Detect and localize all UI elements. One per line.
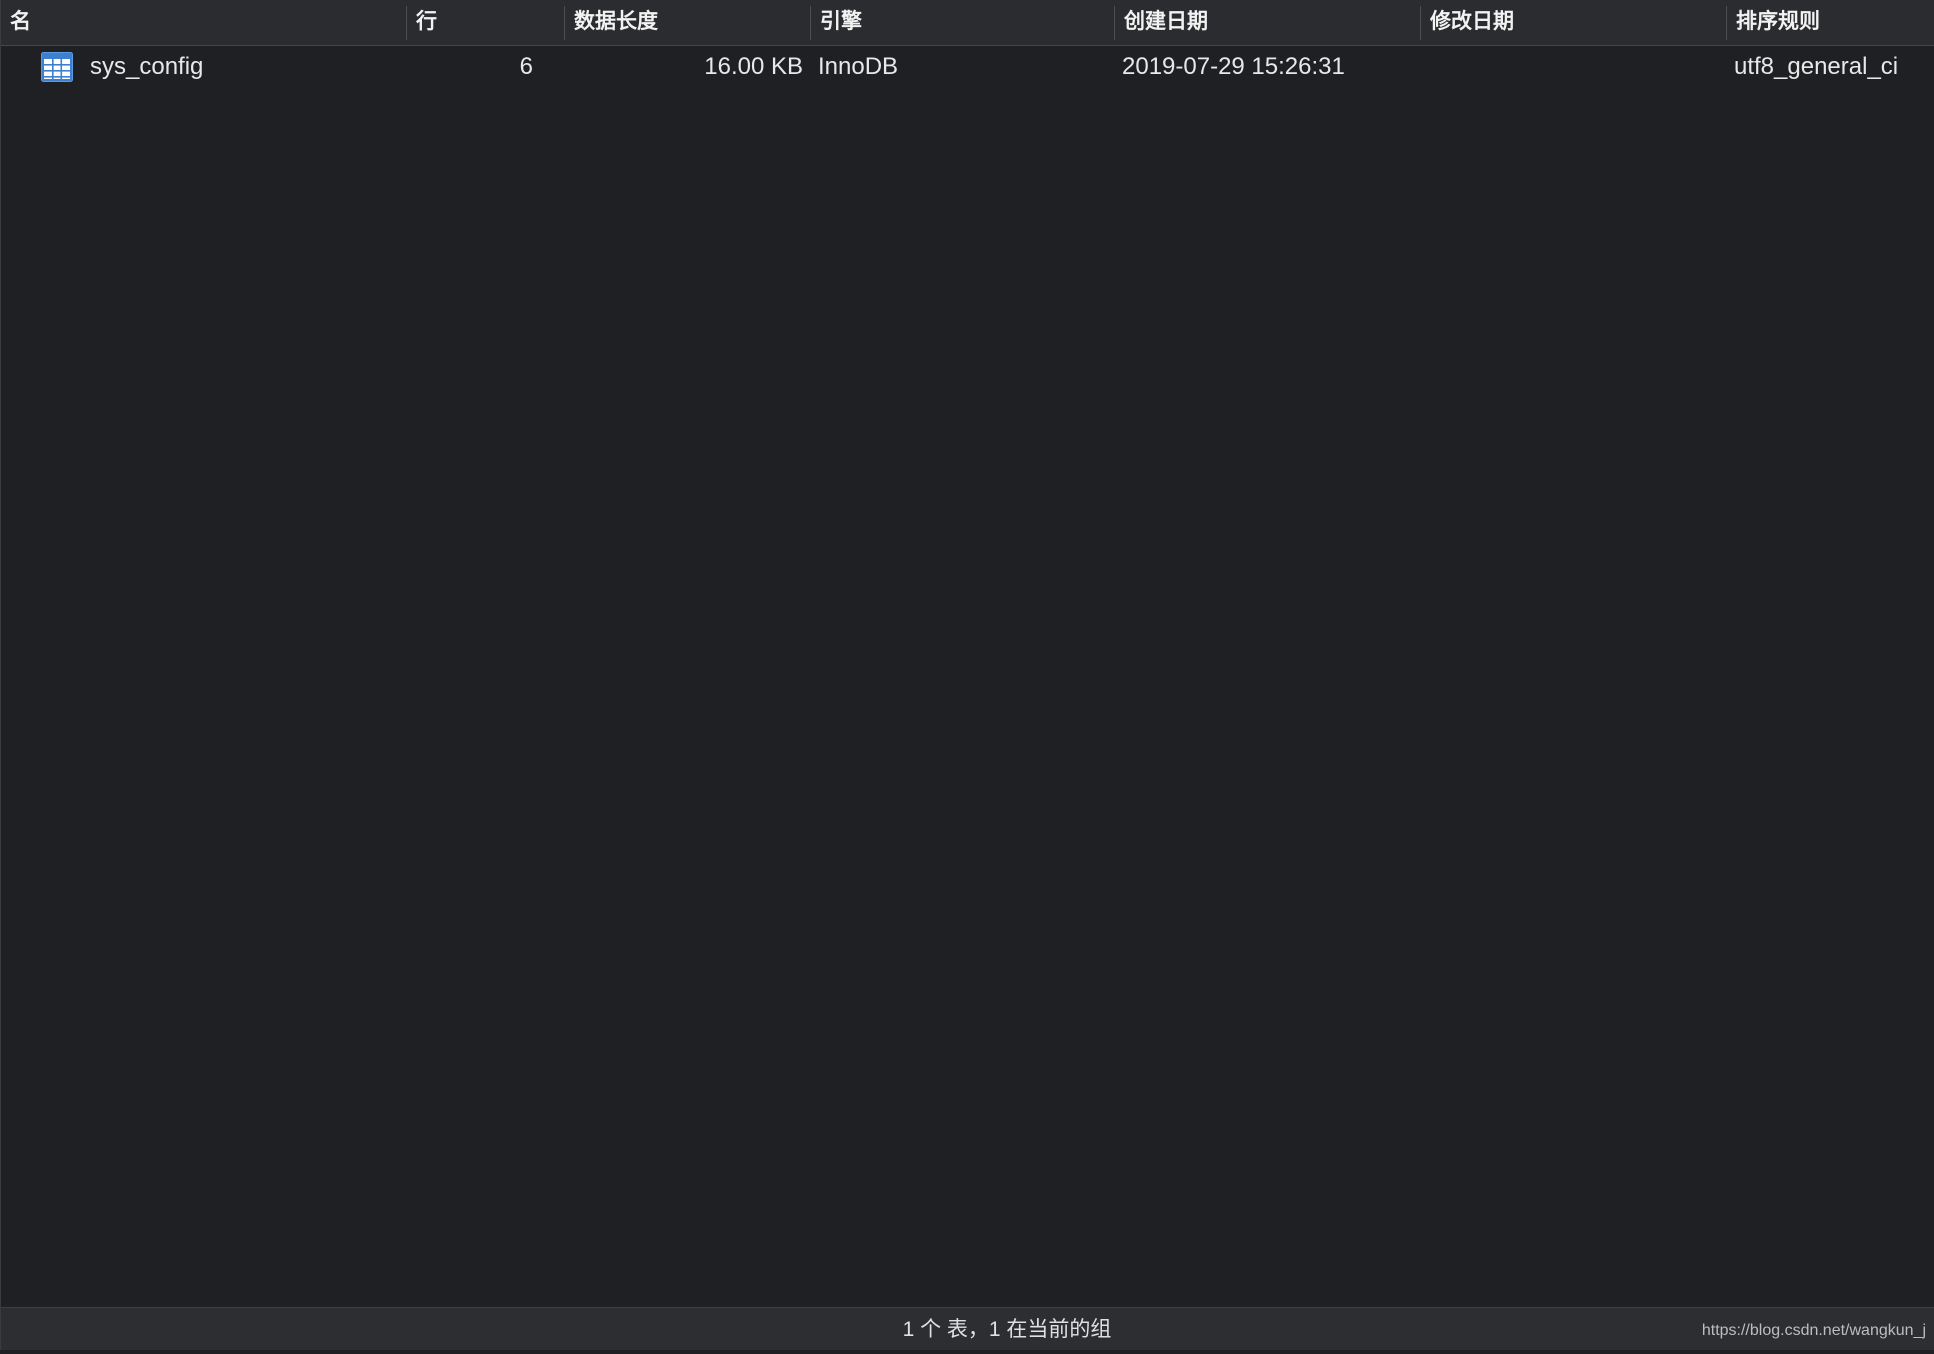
column-header-label: 修改日期 [1430,10,1514,33]
column-header-label: 数据长度 [574,10,658,33]
cell-created: 2019-07-29 15:26:31 [1122,53,1345,80]
column-header-rows[interactable]: 行 [407,0,564,45]
cell-data-length: 16.00 KB [704,53,803,80]
watermark: https://blog.csdn.net/wangkun_j [1701,1322,1926,1339]
cell-name: sys_config [90,53,204,80]
column-header-modified[interactable]: 修改日期 [1421,0,1726,45]
column-header-collation[interactable]: 排序规则 [1727,0,1934,45]
column-header-data-length[interactable]: 数据长度 [565,0,810,45]
column-header-engine[interactable]: 引擎 [811,0,1114,45]
column-header-name[interactable]: 名 [1,0,406,45]
table-icon [41,52,73,82]
column-header-label: 引擎 [820,10,862,33]
column-header-row: 名 行 数据长度 引擎 创建日期 修改日期 排序规则 [1,0,1934,46]
cell-rows: 6 [519,53,533,80]
column-header-created[interactable]: 创建日期 [1115,0,1420,45]
column-header-label: 排序规则 [1736,10,1820,33]
status-summary: 1 个 表，1 在当前的组 [902,1318,1112,1341]
table-list-window: 名 行 数据长度 引擎 创建日期 修改日期 排序规则 sys_config 6 … [0,0,1934,1350]
column-header-label: 创建日期 [1124,10,1208,33]
table-row[interactable]: sys_config 6 16.00 KB InnoDB 2019-07-29 … [1,47,1934,87]
cell-collation: utf8_general_ci [1734,53,1899,80]
column-header-label: 名 [10,10,31,33]
cell-engine: InnoDB [818,53,899,80]
status-bar: 1 个 表，1 在当前的组 https://blog.csdn.net/wang… [1,1307,1934,1350]
column-header-label: 行 [416,10,437,33]
